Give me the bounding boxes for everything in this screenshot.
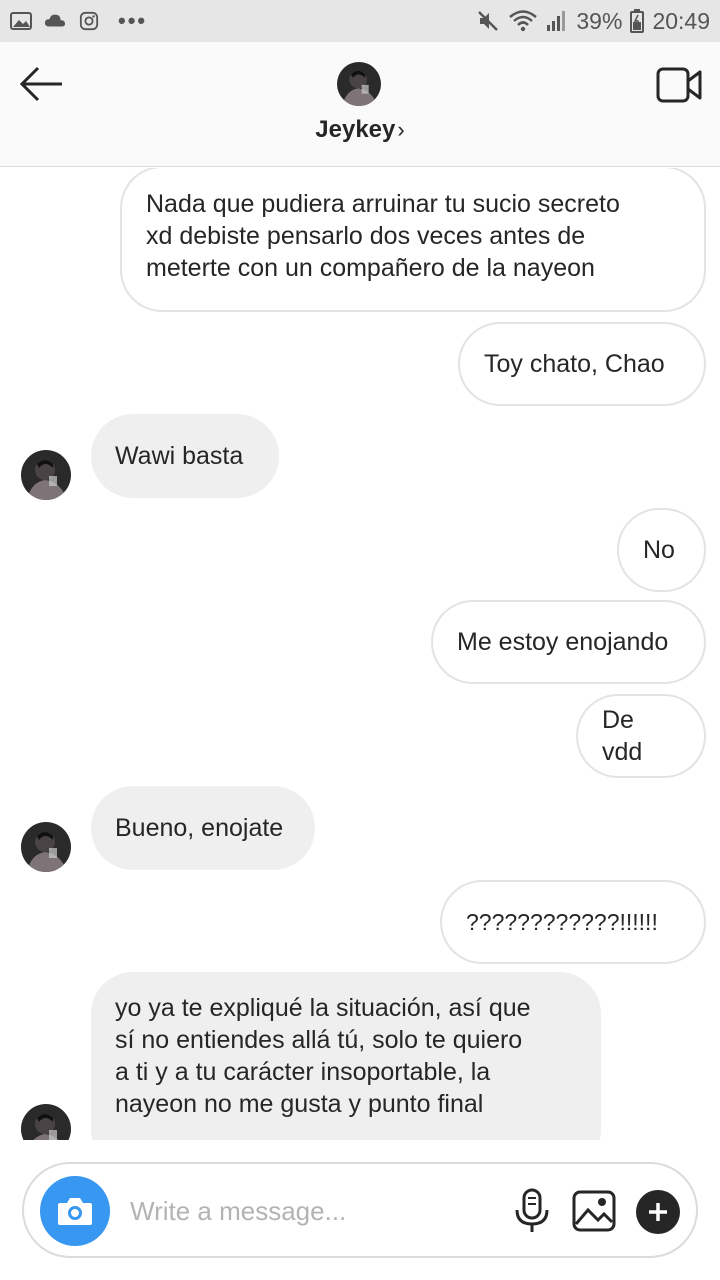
cloud-icon — [44, 14, 66, 27]
message-composer — [22, 1162, 698, 1258]
chat-header: Jeykey› — [0, 42, 720, 167]
camera-button[interactable] — [40, 1176, 110, 1246]
instagram-icon — [79, 11, 99, 31]
message-text: meterte con un compañero de la nayeon — [146, 254, 595, 282]
message-text: nayeon no me gusta y punto final — [115, 1090, 484, 1118]
sender-avatar[interactable] — [21, 450, 71, 500]
chevron-right-icon: › — [397, 117, 405, 142]
status-bar: ••• 39% 20:49 — [0, 0, 720, 42]
message-text: Wawi basta — [115, 442, 244, 470]
wifi-icon — [509, 10, 538, 32]
gallery-icon — [10, 12, 32, 30]
message-bubble-incoming[interactable]: yo ya te expliqué la situación, así que … — [91, 972, 601, 1140]
message-text: No — [643, 536, 675, 564]
sender-avatar[interactable] — [21, 1104, 71, 1140]
message-bubble-outgoing[interactable]: Nada que pudiera arruinar tu sucio secre… — [120, 168, 706, 312]
message-bubble-outgoing[interactable]: No — [617, 508, 706, 592]
message-text: Nada que pudiera arruinar tu sucio secre… — [146, 190, 620, 218]
message-bubble-outgoing[interactable]: Me estoy enojando — [431, 600, 706, 684]
message-bubble-outgoing[interactable]: Toy chato, Chao — [458, 322, 706, 406]
back-arrow-icon[interactable] — [18, 64, 66, 104]
battery-icon — [630, 9, 645, 33]
message-text: Me estoy enojando — [457, 628, 669, 656]
message-bubble-incoming[interactable]: Wawi basta — [91, 414, 279, 498]
message-bubble-incoming[interactable]: Bueno, enojate — [91, 786, 315, 870]
sender-avatar[interactable] — [21, 822, 71, 872]
message-text: Toy chato, Chao — [484, 350, 665, 378]
message-bubble-outgoing[interactable]: ????????????!!!!!! — [440, 880, 706, 964]
message-thread[interactable]: Nada que pudiera arruinar tu sucio secre… — [0, 168, 720, 1140]
more-dots-icon: ••• — [118, 8, 148, 33]
camera-icon — [58, 1198, 92, 1225]
plus-button[interactable] — [636, 1190, 680, 1234]
image-icon[interactable] — [572, 1190, 616, 1232]
message-text: ????????????!!!!!! — [466, 909, 658, 935]
microphone-icon[interactable] — [512, 1188, 552, 1234]
message-text: sí no entiendes allá tú, solo te quiero — [115, 1026, 523, 1054]
message-text: Bueno, enojate — [115, 814, 284, 842]
message-text: a ti y a tu carácter insoportable, la — [115, 1058, 491, 1086]
battery-percent: 39% — [576, 7, 623, 34]
message-bubble-outgoing[interactable]: De vdd — [576, 694, 706, 778]
message-text: yo ya te expliqué la situación, así que — [115, 994, 531, 1022]
contact-name[interactable]: Jeykey› — [0, 116, 720, 144]
video-call-icon[interactable] — [656, 66, 702, 104]
mute-icon — [478, 11, 499, 31]
message-text: De vdd — [602, 706, 643, 766]
plus-icon — [649, 1203, 667, 1221]
message-input[interactable] — [130, 1186, 500, 1236]
signal-icon — [547, 11, 566, 31]
contact-avatar[interactable] — [337, 62, 381, 106]
clock-time: 20:49 — [652, 7, 710, 34]
message-text: xd debiste pensarlo dos veces antes de — [146, 222, 586, 250]
